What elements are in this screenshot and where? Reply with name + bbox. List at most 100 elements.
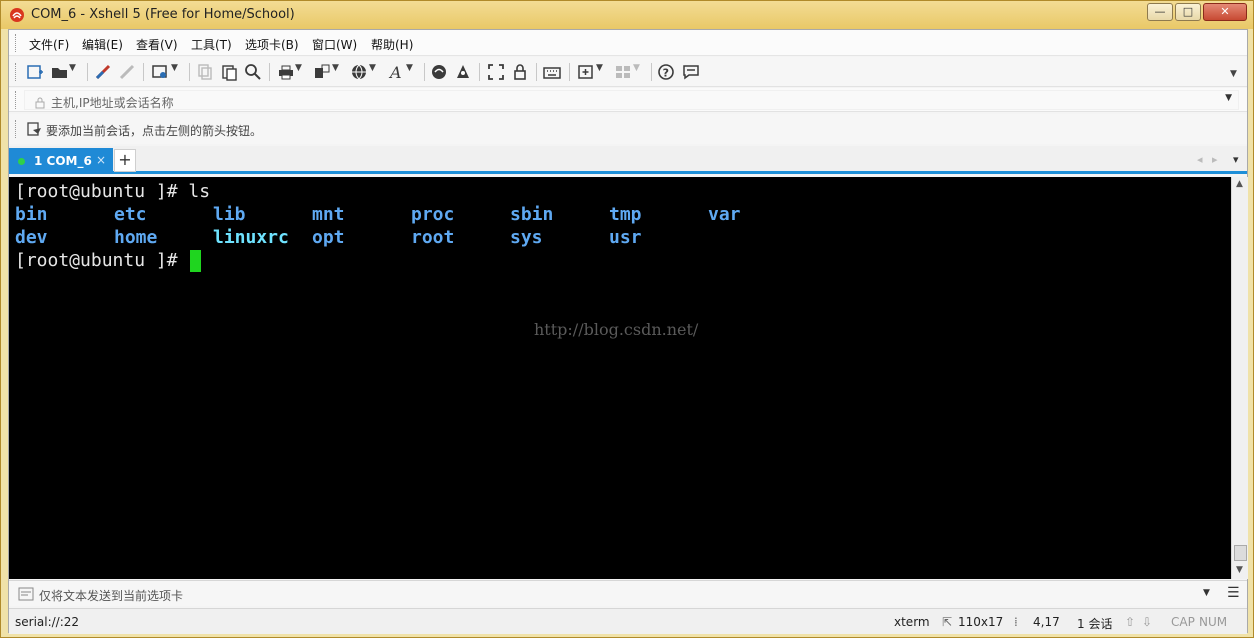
tile-dropdown-icon[interactable]: ▼: [633, 63, 643, 81]
paste-icon[interactable]: [220, 63, 238, 81]
compose-icon[interactable]: [18, 586, 34, 601]
keyboard-icon[interactable]: [543, 63, 561, 81]
compose-menu-icon[interactable]: ☰: [1227, 585, 1240, 601]
terminal-cursor: [190, 250, 201, 272]
toolbar-grip[interactable]: [15, 63, 18, 81]
open-folder-icon[interactable]: [51, 63, 69, 81]
tab-bar: 1 COM_6 × + ◂ ▸ ▾: [9, 146, 1247, 174]
new-tab-button[interactable]: +: [114, 149, 136, 172]
menu-window[interactable]: 窗口(W): [312, 36, 357, 53]
menu-tabs[interactable]: 选项卡(B): [245, 36, 299, 53]
scroll-up-icon[interactable]: ▲: [1236, 179, 1243, 189]
help-icon[interactable]: ?: [657, 63, 675, 81]
terminal-screen[interactable]: [root@ubuntu ]# ls bin etc lib mnt proc …: [9, 177, 1231, 579]
menu-tools[interactable]: 工具(T): [191, 36, 232, 53]
vertical-scrollbar[interactable]: ▲ ▼: [1231, 177, 1248, 579]
open-dropdown-icon[interactable]: ▼: [69, 63, 79, 81]
menu-file[interactable]: 文件(F): [29, 36, 69, 53]
ls-entry: bin: [15, 204, 48, 225]
address-bar: 主机,IP地址或会话名称 ▼: [9, 88, 1247, 112]
menu-grip[interactable]: [15, 34, 18, 52]
font-dropdown-icon[interactable]: ▼: [406, 63, 416, 81]
font-icon[interactable]: A: [387, 63, 405, 82]
close-button[interactable]: ✕: [1203, 3, 1247, 21]
address-dropdown-icon[interactable]: ▼: [1225, 93, 1232, 103]
status-sessions: 1 会话: [1077, 617, 1113, 631]
ls-entry: home: [114, 227, 158, 248]
fullscreen-icon[interactable]: [487, 63, 505, 81]
print-icon[interactable]: [277, 63, 295, 81]
disconnect-icon[interactable]: [118, 63, 136, 81]
lock-icon[interactable]: [511, 63, 529, 81]
scroll-down-status-icon[interactable]: ⇩: [1142, 615, 1152, 629]
add-session-arrow-icon[interactable]: [27, 121, 43, 137]
scroll-up-status-icon[interactable]: ⇧: [1125, 615, 1135, 629]
status-caps: CAP: [1171, 615, 1195, 629]
add-window-dropdown-icon[interactable]: ▼: [596, 63, 606, 81]
status-connection: serial://:22: [15, 615, 80, 629]
tab-close-icon[interactable]: ×: [96, 153, 106, 167]
properties-icon[interactable]: [151, 63, 169, 81]
find-icon[interactable]: [244, 63, 262, 81]
hint-grip[interactable]: [15, 120, 18, 138]
scroll-down-icon[interactable]: ▼: [1236, 565, 1243, 575]
transfer-icon[interactable]: [313, 63, 331, 81]
svg-text:?: ?: [663, 67, 669, 80]
address-grip[interactable]: [15, 91, 18, 109]
toolbar-overflow-icon[interactable]: ▼: [1230, 69, 1240, 87]
ls-entry: proc: [411, 204, 455, 225]
ls-entry-executable: linuxrc: [213, 227, 289, 248]
status-bar: serial://:22 xterm ⇱ 110x17 ⁞ 4,17 1 会话 …: [9, 608, 1247, 634]
status-num: NUM: [1199, 615, 1228, 629]
ls-entry: tmp: [609, 204, 642, 225]
connect-icon[interactable]: [94, 63, 112, 81]
xshell-app-icon: [9, 7, 25, 23]
minimize-button[interactable]: —: [1147, 3, 1173, 21]
ls-entry: etc: [114, 204, 147, 225]
address-placeholder: 主机,IP地址或会话名称: [51, 96, 174, 110]
tab-prev-icon[interactable]: ◂: [1197, 153, 1203, 166]
cursor-position-icon: ⁞: [1014, 615, 1018, 629]
toolbar: ▼ ▼ ▼ ▼ ▼ A ▼ ▼ ▼ ? ▼: [9, 57, 1247, 87]
add-window-icon[interactable]: [577, 63, 595, 81]
ls-entry: mnt: [312, 204, 345, 225]
maximize-button[interactable]: □: [1175, 3, 1201, 21]
status-cursor-position: 4,17: [1033, 615, 1060, 629]
transfer-dropdown-icon[interactable]: ▼: [332, 63, 342, 81]
globe-dropdown-icon[interactable]: ▼: [369, 63, 379, 81]
terminal-prompt-current: [root@ubuntu ]#: [15, 250, 178, 271]
title-bar[interactable]: COM_6 - Xshell 5 (Free for Home/School) …: [1, 1, 1253, 29]
svg-text:A: A: [388, 63, 402, 81]
tile-icon[interactable]: [614, 63, 632, 81]
properties-dropdown-icon[interactable]: ▼: [171, 63, 181, 81]
ls-entry: usr: [609, 227, 642, 248]
ls-entry: sys: [510, 227, 543, 248]
tab-menu-icon[interactable]: ▾: [1233, 153, 1239, 166]
ls-entry: root: [411, 227, 455, 248]
print-dropdown-icon[interactable]: ▼: [295, 63, 305, 81]
menu-edit[interactable]: 编辑(E): [82, 36, 123, 53]
menu-view[interactable]: 查看(V): [136, 36, 178, 53]
status-terminal-type: xterm: [894, 615, 930, 629]
script-icon[interactable]: [454, 63, 472, 81]
globe-icon[interactable]: [350, 63, 368, 81]
new-session-icon[interactable]: [26, 63, 44, 81]
copy-icon[interactable]: [196, 63, 214, 81]
tab-com6[interactable]: 1 COM_6 ×: [9, 148, 113, 174]
scroll-thumb[interactable]: [1234, 545, 1247, 561]
compose-bar-text[interactable]: 仅将文本发送到当前选项卡: [39, 587, 183, 604]
xftp-icon[interactable]: [430, 63, 448, 81]
terminal-prompt-line: [root@ubuntu ]# ls: [15, 181, 211, 202]
address-input[interactable]: 主机,IP地址或会话名称 ▼: [24, 90, 1239, 110]
ls-entry: sbin: [510, 204, 554, 225]
menu-help[interactable]: 帮助(H): [371, 36, 413, 53]
chat-icon[interactable]: [682, 63, 700, 81]
ls-entry: opt: [312, 227, 345, 248]
compose-dropdown-icon[interactable]: ▼: [1203, 588, 1210, 598]
lock-small-icon: [34, 94, 46, 109]
xshell-window: COM_6 - Xshell 5 (Free for Home/School) …: [0, 0, 1254, 638]
tab-next-icon[interactable]: ▸: [1212, 153, 1218, 166]
connected-status-icon: [18, 158, 25, 165]
watermark-text: http://blog.csdn.net/: [534, 320, 699, 339]
window-title: COM_6 - Xshell 5 (Free for Home/School): [31, 7, 295, 22]
